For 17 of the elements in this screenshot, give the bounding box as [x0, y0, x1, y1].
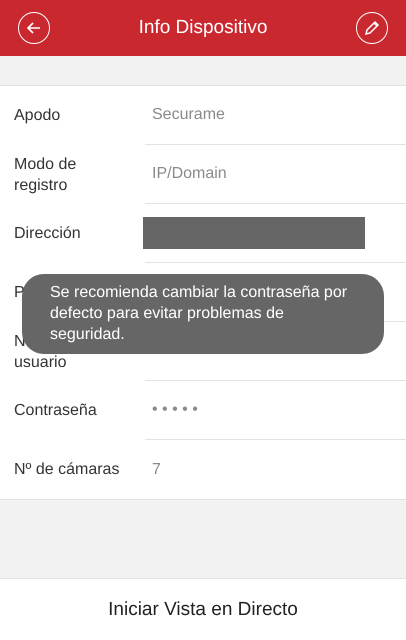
field-label: usuario: [14, 352, 66, 372]
field-value: IP/Domain: [151, 165, 227, 183]
field-value: 7: [151, 460, 161, 478]
field-value: Securame: [151, 106, 225, 124]
field-value: • • • • •: [151, 401, 198, 419]
field-label: Dirección: [14, 224, 81, 244]
back-button[interactable]: [18, 12, 50, 44]
start-live-view-button[interactable]: Iniciar Vista en Directo: [0, 578, 406, 640]
field-label: Apodo: [14, 106, 60, 126]
edit-button[interactable]: [356, 12, 388, 44]
back-icon: [26, 20, 42, 36]
screen-title: Info Dispositivo: [138, 17, 268, 39]
field-label: Contraseña: [14, 401, 97, 421]
field-label: Modo de: [14, 154, 76, 174]
pencil-icon: [363, 19, 381, 37]
field-label: Nº de cámaras: [14, 460, 120, 480]
field-label: registro: [14, 176, 68, 196]
